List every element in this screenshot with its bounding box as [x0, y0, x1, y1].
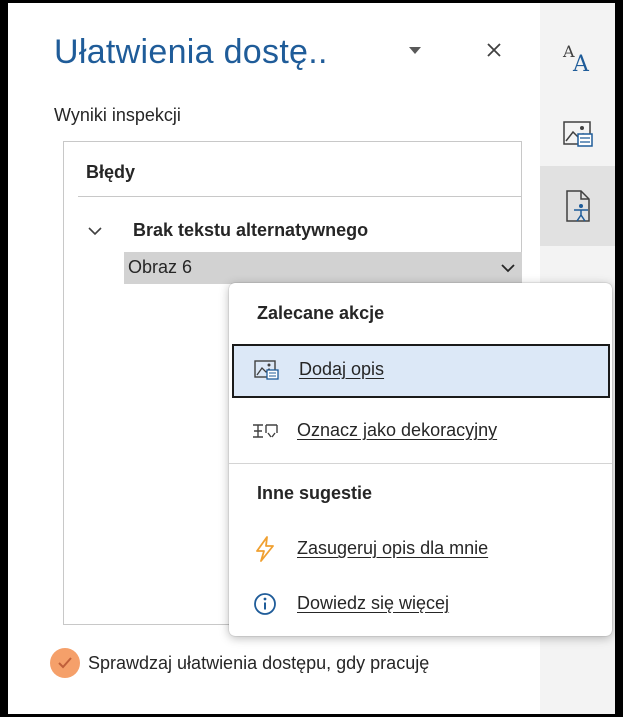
add-description-item[interactable]: Dodaj opis	[232, 344, 610, 398]
errors-header: Błędy	[86, 162, 136, 182]
rail-image-button[interactable]	[540, 93, 615, 173]
pane-options-button[interactable]	[403, 41, 427, 61]
pane-title: Ułatwienia dostę..	[54, 33, 328, 71]
rail-accessibility-button[interactable]	[540, 166, 615, 246]
other-suggestions-title: Inne sugestie	[257, 483, 373, 503]
suggest-description-item[interactable]: Zasugeruj opis dla mnie	[229, 523, 612, 577]
lightning-icon	[251, 536, 279, 562]
menu-divider	[229, 463, 612, 464]
issue-item-row[interactable]: Obraz 6	[124, 252, 522, 284]
learn-more-item[interactable]: Dowiedz się więcej	[229, 578, 612, 632]
image-alt-icon	[562, 121, 593, 147]
inspection-results-label: Wyniki inspekcji	[54, 105, 181, 125]
menu-item-label: Dodaj opis	[299, 359, 385, 379]
context-menu: Zalecane akcje Dodaj opis Oznacz jako de…	[229, 283, 612, 636]
issue-category-label[interactable]: Brak tekstu alternatywnego	[133, 220, 368, 241]
collapse-chevron-icon[interactable]	[87, 224, 103, 238]
image-alt-text-icon	[253, 358, 281, 382]
info-icon	[251, 592, 279, 616]
menu-item-label: Oznacz jako dekoracyjny	[297, 420, 498, 440]
font-size-icon: A A	[562, 42, 590, 77]
recommended-actions-title: Zalecane akcje	[257, 303, 385, 323]
close-icon	[487, 43, 501, 57]
svg-text:A: A	[572, 52, 590, 77]
rail-font-button[interactable]: A A	[540, 17, 615, 97]
mark-decorative-item[interactable]: Oznacz jako dekoracyjny	[229, 405, 612, 459]
accessibility-icon	[565, 190, 590, 222]
menu-item-label: Zasugeruj opis dla mnie	[297, 538, 489, 558]
check-while-working-label[interactable]: Sprawdzaj ułatwienia dostępu, gdy pracuj…	[88, 650, 508, 677]
issue-item-label: Obraz 6	[128, 257, 193, 277]
check-while-working-checkbox[interactable]	[50, 648, 80, 678]
chevron-down-icon[interactable]	[500, 261, 516, 275]
decorative-mark-icon	[251, 419, 279, 443]
divider	[78, 196, 522, 197]
close-pane-button[interactable]	[481, 35, 507, 65]
checkmark-icon	[58, 657, 72, 669]
menu-item-label: Dowiedz się więcej	[297, 593, 450, 613]
caret-down-icon	[409, 47, 421, 54]
